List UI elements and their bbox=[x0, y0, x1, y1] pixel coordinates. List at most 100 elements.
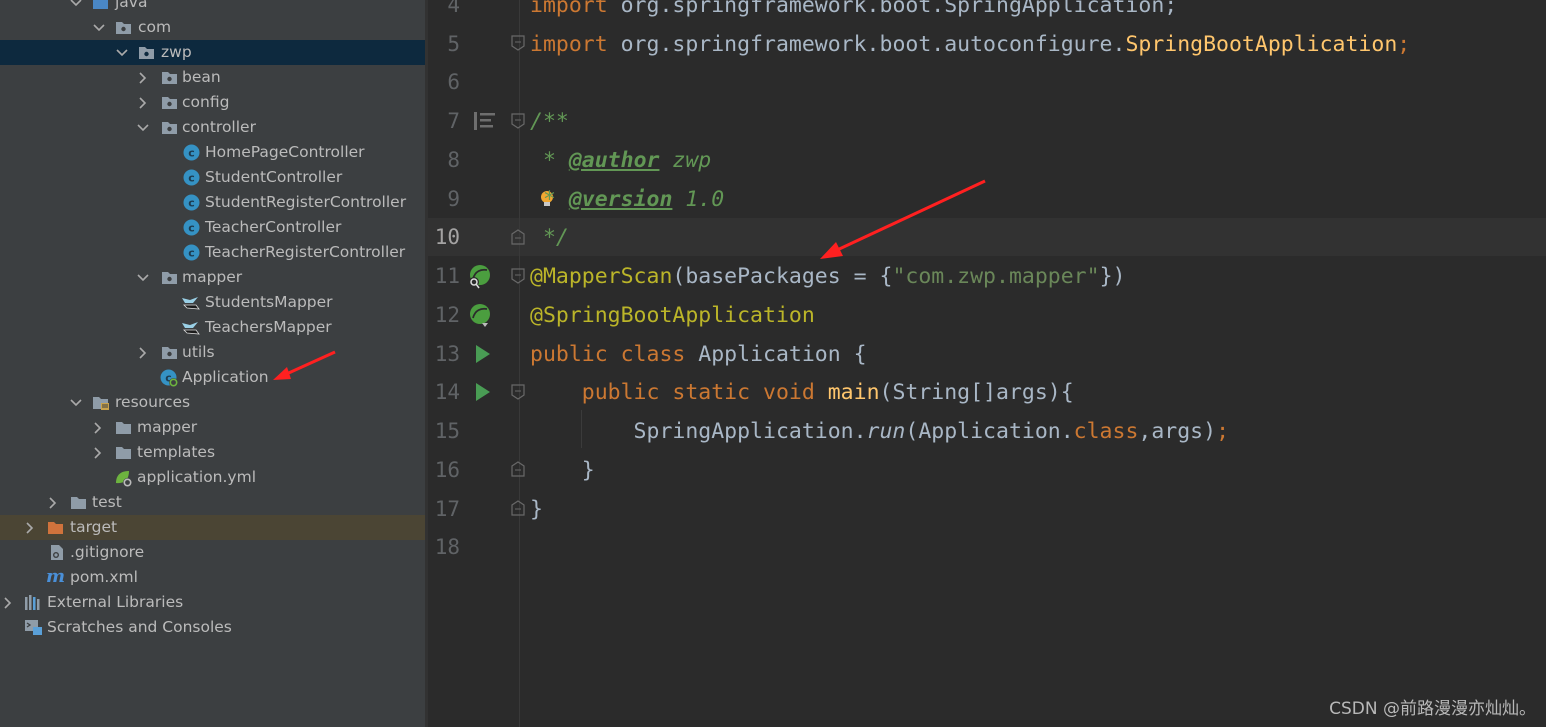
run-icon[interactable] bbox=[474, 344, 492, 364]
chevron-right-icon[interactable] bbox=[91, 415, 105, 440]
line-number: 13 bbox=[434, 342, 460, 366]
code-line-15[interactable]: SpringApplication.run(Application.class,… bbox=[530, 412, 1229, 451]
package-icon bbox=[161, 344, 178, 361]
project-tree-panel: java com zwp bean config controller c Ho… bbox=[0, 0, 425, 727]
code-line-8[interactable]: * @author zwp bbox=[530, 141, 711, 180]
tree-row-controller[interactable]: controller bbox=[0, 115, 425, 140]
chevron-down-icon[interactable] bbox=[92, 15, 106, 40]
chevron-right-icon[interactable] bbox=[1, 590, 15, 615]
code-line-14[interactable]: public static void main(String[]args){ bbox=[530, 373, 1074, 412]
tree-row-resources[interactable]: resources bbox=[0, 390, 425, 415]
code-token: * bbox=[530, 187, 569, 212]
code-line-16[interactable]: } bbox=[530, 451, 595, 490]
code-line-4[interactable]: import org.springframework.boot.SpringAp… bbox=[530, 0, 1177, 25]
tree-row-application[interactable]: c Application bbox=[0, 365, 425, 390]
tree-row-studentregistercontroller[interactable]: c StudentRegisterController bbox=[0, 190, 425, 215]
code-line-12[interactable]: @SpringBootApplication bbox=[530, 296, 815, 335]
fold-marker-icon[interactable] bbox=[511, 268, 525, 284]
folder-icon bbox=[115, 444, 132, 461]
code-token: Application { bbox=[685, 342, 867, 367]
tree-row-config[interactable]: config bbox=[0, 90, 425, 115]
code-token: 1.0 bbox=[672, 187, 725, 212]
fold-marker-icon[interactable] bbox=[511, 229, 525, 245]
tree-row-application-yml[interactable]: application.yml bbox=[0, 465, 425, 490]
code-token: "com.zwp.mapper" bbox=[892, 264, 1100, 289]
spring-bean-navigate-icon[interactable] bbox=[466, 264, 492, 290]
chevron-right-icon[interactable] bbox=[136, 340, 150, 365]
tree-row-teachercontroller[interactable]: c TeacherController bbox=[0, 215, 425, 240]
tree-row-teachersmapper[interactable]: TeachersMapper bbox=[0, 315, 425, 340]
tree-row-external-libraries[interactable]: External Libraries bbox=[0, 590, 425, 615]
tree-row-label: controller bbox=[182, 118, 256, 136]
tree-row-label: bean bbox=[182, 68, 221, 86]
tree-row-bean[interactable]: bean bbox=[0, 65, 425, 90]
source-folder-icon bbox=[92, 0, 109, 11]
fold-marker-icon[interactable] bbox=[511, 500, 525, 516]
package-icon bbox=[161, 69, 178, 86]
spring-boot-class-icon: c bbox=[160, 369, 178, 387]
tree-row-test[interactable]: test bbox=[0, 490, 425, 515]
tree-row-studentcontroller[interactable]: c StudentController bbox=[0, 165, 425, 190]
line-number: 7 bbox=[447, 109, 460, 133]
line-number: 6 bbox=[447, 70, 460, 94]
line-number: 16 bbox=[434, 458, 460, 482]
documentation-toggle-icon[interactable] bbox=[473, 110, 497, 132]
fold-marker-icon[interactable] bbox=[511, 35, 525, 51]
fold-marker-icon[interactable] bbox=[511, 461, 525, 477]
code-token: @author bbox=[568, 148, 660, 173]
code-line-17[interactable]: } bbox=[530, 490, 543, 529]
tree-row-com[interactable]: com bbox=[0, 15, 425, 40]
line-number: 18 bbox=[434, 535, 460, 559]
chevron-right-icon[interactable] bbox=[136, 90, 150, 115]
chevron-down-icon[interactable] bbox=[115, 40, 129, 65]
chevron-down-icon[interactable] bbox=[69, 390, 83, 415]
code-line-5[interactable]: import org.springframework.boot.autoconf… bbox=[530, 25, 1410, 64]
chevron-down-icon[interactable] bbox=[136, 115, 150, 140]
tree-row-studentsmapper[interactable]: StudentsMapper bbox=[0, 290, 425, 315]
tree-row-label: application.yml bbox=[137, 468, 257, 486]
tree-row-templates[interactable]: templates bbox=[0, 440, 425, 465]
tree-row-java[interactable]: java bbox=[0, 0, 425, 15]
chevron-right-icon[interactable] bbox=[46, 490, 60, 515]
spring-bean-icon[interactable] bbox=[466, 302, 494, 330]
code-token: * bbox=[530, 148, 569, 173]
code-token: main bbox=[827, 380, 880, 405]
code-token: run bbox=[866, 419, 906, 444]
chevron-right-icon[interactable] bbox=[91, 440, 105, 465]
tree-row-zwp[interactable]: zwp bbox=[0, 40, 425, 65]
annotation-arrow-icon bbox=[273, 350, 336, 380]
code-line-9[interactable]: * @version 1.0 bbox=[530, 180, 724, 219]
java-class-icon: c bbox=[183, 144, 200, 161]
chevron-right-icon[interactable] bbox=[136, 65, 150, 90]
tree-row-label: java bbox=[115, 0, 148, 11]
tree-row-pom-xml[interactable]: m pom.xml bbox=[0, 565, 425, 590]
code-token: (basePackages = { bbox=[672, 264, 893, 289]
code-line-7[interactable]: /** bbox=[530, 102, 569, 141]
folder-icon bbox=[70, 494, 87, 511]
run-icon[interactable] bbox=[474, 382, 492, 402]
fold-marker-icon[interactable] bbox=[511, 113, 525, 129]
fold-marker-icon[interactable] bbox=[511, 384, 525, 400]
tree-row-teacherregistercontroller[interactable]: c TeacherRegisterController bbox=[0, 240, 425, 265]
tree-row-target[interactable]: target bbox=[0, 515, 425, 540]
tree-row-label: TeachersMapper bbox=[205, 318, 332, 336]
tree-row-mapper-package[interactable]: mapper bbox=[0, 265, 425, 290]
tree-row-label: HomePageController bbox=[205, 143, 365, 161]
chevron-right-icon[interactable] bbox=[23, 515, 37, 540]
code-token: import bbox=[530, 0, 608, 18]
chevron-down-icon[interactable] bbox=[69, 0, 83, 15]
tree-row-homepagecontroller[interactable]: c HomePageController bbox=[0, 140, 425, 165]
code-token: ,args) bbox=[1138, 419, 1217, 444]
tree-row-scratches[interactable]: Scratches and Consoles bbox=[0, 615, 425, 640]
code-line-10[interactable]: */ bbox=[530, 218, 569, 257]
tree-row-utils[interactable]: utils bbox=[0, 340, 425, 365]
chevron-down-icon[interactable] bbox=[136, 265, 150, 290]
code-token: SpringBootApplication bbox=[1125, 32, 1398, 57]
excluded-folder-icon bbox=[47, 519, 64, 536]
code-token: public class bbox=[530, 342, 686, 367]
code-line-13[interactable]: public class Application { bbox=[530, 335, 867, 374]
tree-row-gitignore[interactable]: .gitignore bbox=[0, 540, 425, 565]
tree-row-mapper-folder[interactable]: mapper bbox=[0, 415, 425, 440]
code-token: (String[]args){ bbox=[879, 380, 1074, 405]
